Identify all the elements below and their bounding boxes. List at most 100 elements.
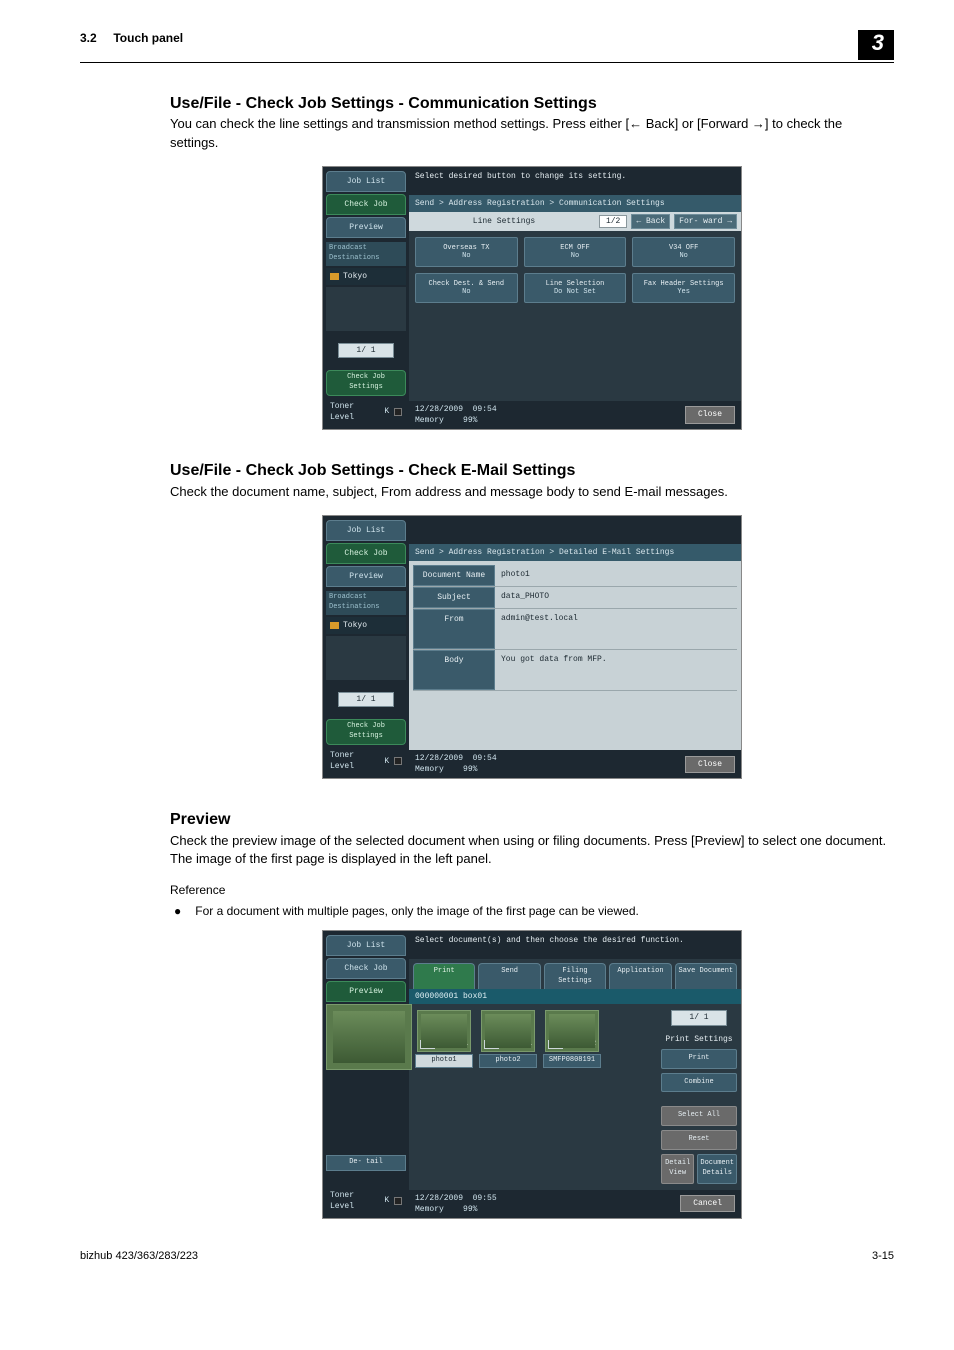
check-dest-send-button[interactable]: Check Dest. & SendNo	[415, 273, 518, 303]
toner-bar-icon	[394, 408, 402, 416]
v34-off-button[interactable]: V34 OFFNo	[632, 237, 735, 267]
forward-button[interactable]: For- ward →	[674, 214, 737, 229]
preview-tab[interactable]: Preview	[326, 566, 406, 587]
toner-k: K	[384, 406, 389, 417]
header-section-num: 3.2	[80, 31, 97, 45]
doc-item-photo1[interactable]: 🔍1 photo1	[415, 1010, 473, 1068]
settings-grid: Overseas TXNo ECM OFFNo V34 OFFNo Check …	[409, 231, 741, 401]
reference-label: Reference	[170, 882, 894, 899]
toner-row: Toner Level K	[326, 398, 406, 426]
mail-icon	[330, 273, 339, 280]
ecm-off-button[interactable]: ECM OFFNo	[524, 237, 627, 267]
doc-thumb: 🔒1	[481, 1010, 535, 1052]
email-detail-area: Document Namephoto1 Subjectdata_PHOTO Fr…	[409, 561, 741, 750]
print-button[interactable]: Print	[661, 1049, 737, 1069]
function-tabs: Print Send Filing Settings Application S…	[409, 959, 741, 990]
back-label: Back	[646, 217, 665, 226]
header-section-title: Touch panel	[113, 31, 183, 45]
footer-model: bizhub 423/363/283/223	[80, 1249, 198, 1264]
back-button[interactable]: ← Back	[631, 214, 670, 229]
dest-page-indicator: 1/ 1	[338, 692, 394, 707]
box-bar: 000000001 box01	[409, 989, 741, 1004]
status-bar: 12/28/2009 09:55Memory 99% Cancel	[409, 1190, 741, 1218]
header-left: 3.2 Touch panel	[80, 30, 183, 47]
check-job-settings-button[interactable]: Check Job Settings	[326, 719, 406, 745]
doc-page-indicator: 1/ 1	[671, 1010, 727, 1025]
reference-text: For a document with multiple pages, only…	[195, 903, 639, 920]
page-footer: bizhub 423/363/283/223 3-15	[80, 1249, 894, 1264]
broadcast-header: Broadcast Destinations	[326, 591, 406, 615]
section2-desc: Check the document name, subject, From a…	[170, 483, 894, 501]
mail-icon	[330, 622, 339, 629]
section2-title: Use/File - Check Job Settings - Check E-…	[170, 460, 894, 482]
doc-item-smfp[interactable]: 🔒2 SMFP0808191	[543, 1010, 601, 1068]
lock-icon: 🔒	[548, 1040, 563, 1050]
toner-row: Toner Level K	[326, 1187, 406, 1215]
job-list-tab[interactable]: Job List	[326, 935, 406, 956]
status-bar: 12/28/2009 09:54Memory 99% Close	[409, 750, 741, 778]
tab-print[interactable]: Print	[413, 963, 475, 990]
lock-icon: 🔒	[484, 1040, 499, 1050]
job-list-tab[interactable]: Job List	[326, 171, 406, 192]
bullet-icon: ●	[174, 903, 181, 920]
tab-filing[interactable]: Filing Settings	[544, 963, 606, 990]
detail-button[interactable]: De- tail	[326, 1155, 406, 1171]
status-left: 12/28/2009 09:54Memory 99%	[415, 404, 497, 426]
check-job-settings-button[interactable]: Check Job Settings	[326, 370, 406, 396]
doc-item-photo2[interactable]: 🔒1 photo2	[479, 1010, 537, 1068]
reset-button[interactable]: Reset	[661, 1130, 737, 1150]
overseas-tx-button[interactable]: Overseas TXNo	[415, 237, 518, 267]
instruction-bar	[409, 516, 741, 544]
toner-bar-icon	[394, 1197, 402, 1205]
print-settings-title: Print Settings	[661, 1034, 737, 1045]
tab-application[interactable]: Application	[609, 963, 671, 990]
instruction-bar: Select desired button to change its sett…	[409, 167, 741, 195]
combine-button[interactable]: Combine	[661, 1073, 737, 1093]
dest-label: Tokyo	[343, 620, 367, 631]
job-list-tab[interactable]: Job List	[326, 520, 406, 541]
cancel-button[interactable]: Cancel	[680, 1195, 735, 1212]
reference-bullet: ● For a document with multiple pages, on…	[174, 903, 894, 920]
line-selection-button[interactable]: Line SelectionDo Not Set	[524, 273, 627, 303]
check-job-tab[interactable]: Check Job	[326, 543, 406, 564]
dest-row-tokyo[interactable]: Tokyo	[326, 617, 406, 634]
section3-title: Preview	[170, 809, 894, 831]
breadcrumb: Send > Address Registration > Detailed E…	[409, 544, 741, 561]
line-settings-bar: Line Settings 1/2 ← Back For- ward →	[409, 212, 741, 231]
preview-tab[interactable]: Preview	[326, 217, 406, 238]
fax-header-settings-button[interactable]: Fax Header SettingsYes	[632, 273, 735, 303]
doc-name: photo2	[479, 1054, 537, 1068]
panel-preview: Job List Check Job Preview De- tail Tone…	[322, 930, 742, 1219]
tab-save-document[interactable]: Save Document	[675, 963, 737, 990]
select-all-button[interactable]: Select All	[661, 1106, 737, 1126]
detail-view-button[interactable]: Detail View	[661, 1154, 694, 1184]
tab-send[interactable]: Send	[478, 963, 540, 990]
dest-blank	[326, 287, 406, 331]
preview-tab[interactable]: Preview	[326, 981, 406, 1002]
magnify-icon: 🔍	[420, 1040, 435, 1050]
check-job-tab[interactable]: Check Job	[326, 958, 406, 979]
dest-page-indicator: 1/ 1	[338, 343, 394, 358]
section1-desc: You can check the line settings and tran…	[170, 115, 894, 151]
doc-name-label: Document Name	[413, 565, 495, 586]
body-label: Body	[413, 650, 495, 690]
page-header: 3.2 Touch panel 3	[80, 30, 894, 63]
from-label: From	[413, 609, 495, 649]
close-button[interactable]: Close	[685, 756, 735, 773]
panel-email-settings: Job List Check Job Preview Broadcast Des…	[322, 515, 742, 780]
document-details-button[interactable]: Document Details	[697, 1154, 737, 1184]
toner-bar-icon	[394, 757, 402, 765]
dest-row-tokyo[interactable]: Tokyo	[326, 268, 406, 285]
check-job-tab[interactable]: Check Job	[326, 194, 406, 215]
toner-label: Toner Level	[330, 401, 381, 423]
body-value: You got data from MFP.	[495, 650, 737, 690]
doc-thumb: 🔒2	[545, 1010, 599, 1052]
forward-label: For- ward	[679, 217, 722, 226]
panel-comm-settings: Job List Check Job Preview Broadcast Des…	[322, 166, 742, 431]
footer-page: 3-15	[872, 1249, 894, 1264]
instruction-bar: Select document(s) and then choose the d…	[409, 931, 741, 959]
section1-title: Use/File - Check Job Settings - Communic…	[170, 93, 894, 115]
close-button[interactable]: Close	[685, 406, 735, 423]
side-actions: 1/ 1 Print Settings Print Combine Select…	[657, 1004, 741, 1189]
subject-label: Subject	[413, 587, 495, 608]
